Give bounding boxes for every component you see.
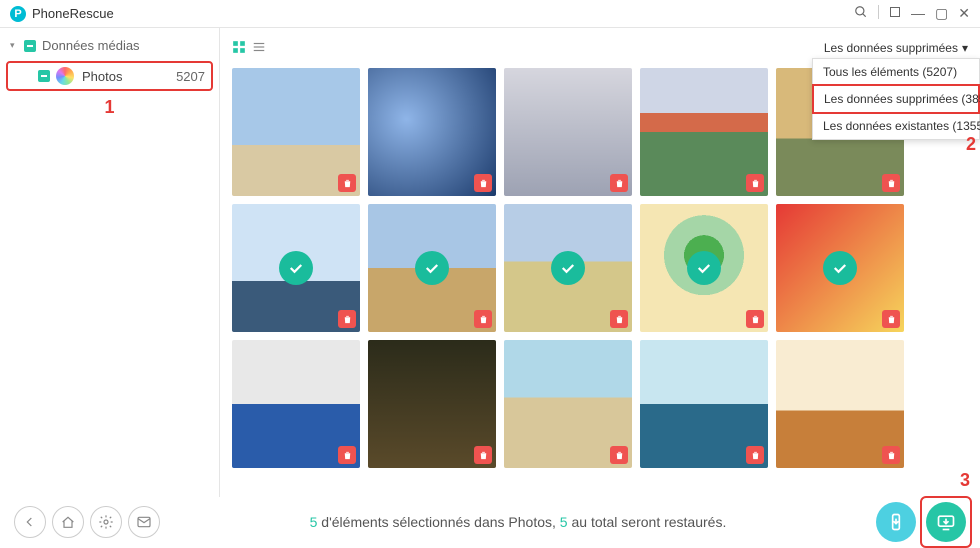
sidebar-item-photos[interactable]: Photos 5207 xyxy=(6,61,213,91)
selected-check-icon xyxy=(687,251,721,285)
content-toolbar: Les données supprimées ▾ xyxy=(232,36,968,60)
search-icon[interactable] xyxy=(854,5,868,22)
recover-to-device-button[interactable] xyxy=(876,502,916,542)
trash-icon xyxy=(882,310,900,328)
app-logo-icon: P xyxy=(10,6,26,22)
trash-icon xyxy=(338,310,356,328)
tree-root-media[interactable]: ▾ Données médias xyxy=(0,34,219,57)
photo-thumbnail[interactable] xyxy=(640,204,768,332)
chevron-down-icon: ▾ xyxy=(10,40,20,51)
checkbox-partial[interactable] xyxy=(38,70,50,82)
filter-dropdown-menu: Tous les éléments (5207) Les données sup… xyxy=(812,58,980,140)
annotation-step-1: 1 xyxy=(0,97,219,118)
photo-thumbnail[interactable] xyxy=(232,68,360,196)
photo-thumbnail[interactable] xyxy=(368,68,496,196)
photo-thumbnail[interactable] xyxy=(640,68,768,196)
trash-icon xyxy=(746,446,764,464)
list-view-icon[interactable] xyxy=(252,40,266,57)
photo-thumbnail[interactable] xyxy=(504,204,632,332)
photo-thumbnail[interactable] xyxy=(232,340,360,468)
home-button[interactable] xyxy=(52,506,84,538)
annotation-step-2: 2 xyxy=(966,134,976,155)
photo-thumbnail[interactable] xyxy=(504,68,632,196)
app-title: PhoneRescue xyxy=(32,6,854,21)
photos-label: Photos xyxy=(82,69,176,84)
trash-icon xyxy=(746,174,764,192)
photo-thumbnail[interactable] xyxy=(368,204,496,332)
selected-check-icon xyxy=(279,251,313,285)
footer-nav-buttons xyxy=(14,506,160,538)
grid-view-icon[interactable] xyxy=(232,40,246,57)
filter-item-all[interactable]: Tous les éléments (5207) xyxy=(813,59,979,85)
trash-icon xyxy=(474,446,492,464)
main-content: Les données supprimées ▾ Tous les élémen… xyxy=(220,28,980,497)
settings-button[interactable] xyxy=(90,506,122,538)
trash-icon xyxy=(610,310,628,328)
status-post: au total seront restaurés. xyxy=(568,514,727,530)
trash-icon xyxy=(338,174,356,192)
selected-check-icon xyxy=(551,251,585,285)
annotation-highlight-3 xyxy=(920,496,972,548)
checkbox-partial[interactable] xyxy=(24,40,36,52)
close-icon[interactable]: ✕ xyxy=(958,5,970,22)
selected-check-icon xyxy=(823,251,857,285)
divider xyxy=(878,5,879,19)
footer: 5 d'éléments sélectionnés dans Photos, 5… xyxy=(0,497,980,547)
photo-thumbnail[interactable] xyxy=(368,340,496,468)
titlebar: P PhoneRescue — ▢ ✕ xyxy=(0,0,980,28)
trash-icon xyxy=(474,174,492,192)
trash-icon xyxy=(474,310,492,328)
annotation-step-3: 3 xyxy=(960,470,970,491)
back-button[interactable] xyxy=(14,506,46,538)
filter-dropdown-button[interactable]: Les données supprimées ▾ xyxy=(824,41,968,55)
status-restore-count: 5 xyxy=(560,514,568,530)
trash-icon xyxy=(746,310,764,328)
filter-item-existing[interactable]: Les données existantes (1355) xyxy=(813,113,979,139)
tree-root-label: Données médias xyxy=(42,38,140,53)
feedback-button[interactable] xyxy=(128,506,160,538)
photos-icon xyxy=(56,67,74,85)
status-mid: d'éléments sélectionnés dans Photos, xyxy=(317,514,559,530)
trash-icon xyxy=(610,174,628,192)
minimize-icon[interactable]: — xyxy=(911,5,925,22)
trash-icon xyxy=(882,174,900,192)
photo-thumbnail[interactable] xyxy=(776,340,904,468)
restore-icon[interactable]: ▢ xyxy=(935,5,948,22)
trash-icon xyxy=(882,446,900,464)
chevron-down-icon: ▾ xyxy=(962,41,968,55)
export-buttons xyxy=(876,502,966,542)
filter-current-label: Les données supprimées xyxy=(824,41,958,55)
photo-thumbnail[interactable] xyxy=(776,204,904,332)
title-controls: — ▢ ✕ xyxy=(854,5,970,22)
photo-thumbnail[interactable] xyxy=(640,340,768,468)
selected-check-icon xyxy=(415,251,449,285)
trash-icon xyxy=(610,446,628,464)
status-text: 5 d'éléments sélectionnés dans Photos, 5… xyxy=(160,514,876,530)
photos-count: 5207 xyxy=(176,69,205,84)
sidebar: ▾ Données médias Photos 5207 1 xyxy=(0,28,220,497)
photo-thumbnail[interactable] xyxy=(504,340,632,468)
trash-icon xyxy=(338,446,356,464)
filter-item-deleted[interactable]: Les données supprimées (3852) xyxy=(812,84,980,114)
maximize-panel-icon[interactable] xyxy=(889,5,901,22)
photo-thumbnail[interactable] xyxy=(232,204,360,332)
view-switch xyxy=(232,40,266,57)
